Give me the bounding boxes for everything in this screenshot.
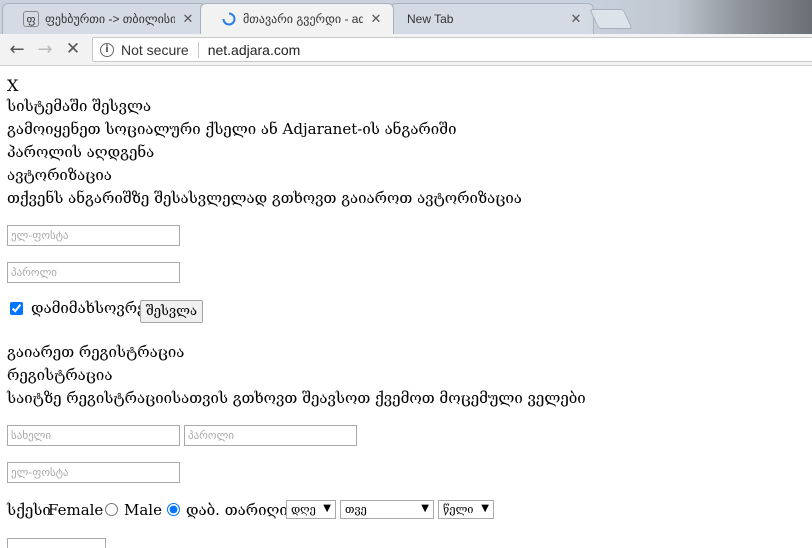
login-submit-button[interactable]: შესვლა — [140, 300, 204, 323]
site-favicon-icon: ფ — [23, 11, 39, 27]
male-radio[interactable] — [167, 503, 180, 516]
close-icon[interactable]: ✕ — [181, 11, 195, 27]
browser-toolbar: ← → ✕ i Not secure net.adjara.com — [0, 34, 812, 66]
female-radio[interactable] — [105, 503, 118, 516]
male-label: Male — [124, 501, 162, 519]
forward-arrow-icon[interactable]: → — [34, 38, 56, 60]
login-title: სისტემაში შესვლა — [7, 97, 152, 115]
page-content: X სისტემაში შესვლა გამოიყენეთ სოციალური … — [0, 66, 812, 548]
month-select-value: თვე — [345, 503, 367, 516]
stop-loading-icon[interactable]: ✕ — [62, 38, 84, 60]
dropdown-arrow-icon: ▼ — [323, 503, 331, 514]
female-label: Female — [48, 501, 104, 519]
tab-new-tab[interactable]: New Tab ✕ — [390, 3, 594, 34]
auth-title: ავტორიზაცია — [7, 166, 112, 184]
close-icon[interactable]: ✕ — [569, 11, 583, 27]
month-select[interactable]: თვე ▼ — [340, 500, 434, 519]
tab-title: მთავარი გვერდი - adjara — [243, 12, 363, 26]
register-email-input[interactable] — [7, 462, 180, 483]
login-email-input[interactable] — [7, 225, 180, 246]
auth-description: თქვენს ანგარიშზე შესასვლელად გთხოვთ გაია… — [7, 189, 522, 207]
security-status: Not secure — [121, 41, 189, 58]
back-arrow-icon[interactable]: ← — [6, 38, 28, 60]
register-name-input[interactable] — [7, 425, 180, 446]
login-password-input[interactable] — [7, 262, 180, 283]
tab-strip: ფ ფეხბურთი -> თბილისის ✕ მთავარი გვერდი … — [0, 0, 812, 34]
loading-spinner-icon — [221, 11, 237, 27]
tab-adjara-home[interactable]: მთავარი გვერდი - adjara ✕ — [200, 3, 394, 34]
day-select[interactable]: დღე ▼ — [286, 500, 336, 519]
register-password-input[interactable] — [184, 425, 357, 446]
social-login-text: გამოიყენეთ სოციალური ქსელი ან Adjaranet-… — [7, 120, 457, 138]
dropdown-arrow-icon: ▼ — [481, 503, 489, 514]
tab-title: New Tab — [407, 12, 454, 26]
day-select-value: დღე — [291, 503, 316, 516]
tab-football[interactable]: ფ ფეხბურთი -> თბილისის ✕ — [2, 3, 206, 34]
password-recover-link[interactable]: პაროლის აღდგენა — [7, 143, 154, 161]
close-icon[interactable]: ✕ — [369, 11, 383, 27]
remember-me-checkbox[interactable] — [10, 302, 23, 315]
divider — [197, 41, 199, 58]
dob-label: დაბ. თარიღი — [186, 501, 288, 519]
year-select[interactable]: წელი ▼ — [438, 500, 494, 519]
register-heading: გაიარეთ რეგისტრაცია — [7, 343, 185, 361]
close-login-link[interactable]: X — [7, 76, 18, 95]
partial-field[interactable] — [7, 538, 106, 548]
url-text[interactable]: net.adjara.com — [208, 42, 301, 58]
gender-label: სქესი — [7, 501, 51, 519]
register-title: რეგისტრაცია — [7, 366, 113, 384]
remember-me-label: დამიმახსოვრე — [31, 299, 146, 317]
register-description: საიტზე რეგისტრაციისათვის გთხოვთ შეავსოთ … — [7, 389, 586, 407]
year-select-value: წელი — [443, 503, 474, 516]
new-tab-button[interactable] — [589, 9, 633, 29]
tab-title: ფეხბურთი -> თბილისის — [45, 12, 175, 26]
dropdown-arrow-icon: ▼ — [421, 503, 429, 514]
info-icon[interactable]: i — [100, 42, 114, 57]
address-bar[interactable]: i Not secure net.adjara.com — [92, 37, 812, 62]
